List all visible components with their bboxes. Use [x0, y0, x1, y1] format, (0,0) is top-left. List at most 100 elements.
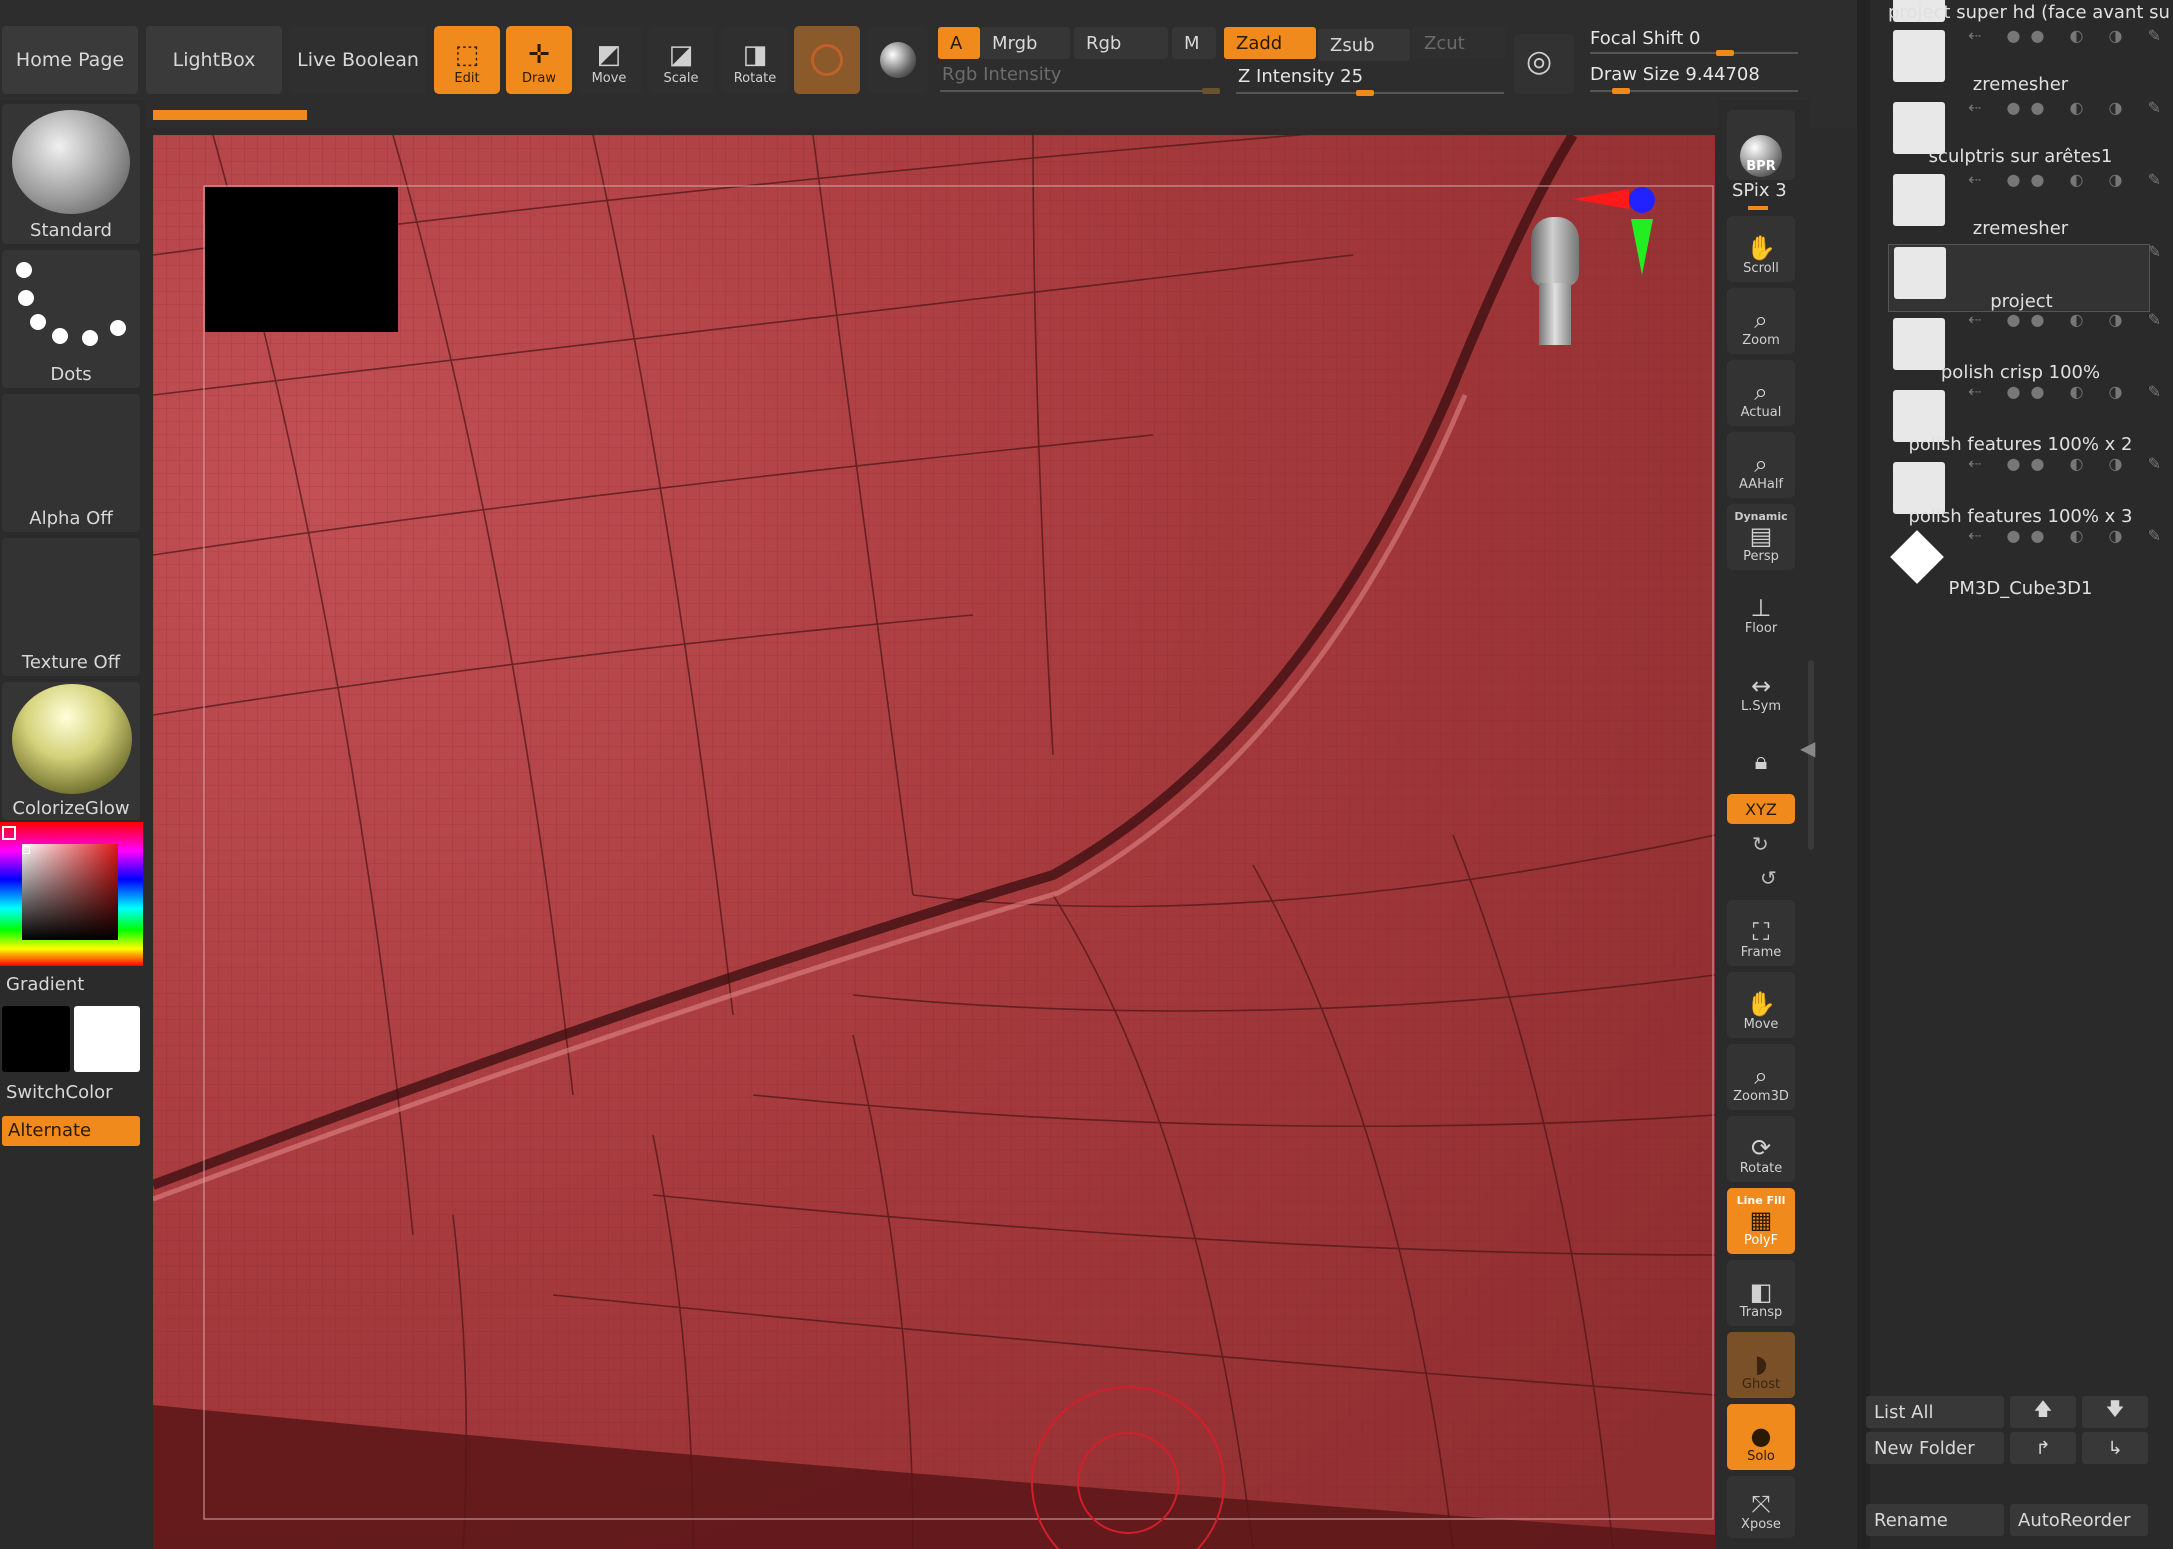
list-all-button[interactable]: List All [1866, 1396, 2004, 1428]
lsym-button[interactable]: ↔ L.Sym [1727, 654, 1795, 720]
zoom-button[interactable]: ⌕ Zoom [1727, 288, 1795, 354]
transparency-icon: ◧ [1749, 1278, 1773, 1306]
z-intensity-label: Z Intensity 25 [1238, 66, 1364, 87]
zsub-chip[interactable]: Zsub [1318, 29, 1410, 61]
move-out-button[interactable]: ↳ [2082, 1432, 2148, 1464]
xyz-button[interactable]: XYZ [1727, 794, 1795, 824]
alpha-slot[interactable]: Alpha Off [2, 394, 140, 532]
solo-icon: ● [1750, 1422, 1772, 1450]
brush-standard-icon [12, 110, 130, 214]
home-page-button[interactable]: Home Page [2, 26, 138, 94]
draw-size-slider[interactable] [1590, 88, 1798, 94]
alternate-button[interactable]: Alternate [2, 1116, 140, 1146]
rotate-z-icon[interactable]: ↺ [1760, 866, 1777, 890]
persp-button[interactable]: Dynamic ▤ Persp [1727, 504, 1795, 570]
draw-size-label: Draw Size 9.44708 [1590, 64, 1760, 85]
subtool-item[interactable]: polish crisp 100% ⇠ ●● ◐ ◑ ✎ 👁︎ [1888, 310, 2173, 388]
rotate-view-button[interactable]: ⟳ Rotate [1727, 1116, 1795, 1182]
subtool-visibility-icons[interactable]: ⇠ ●● ◐ ◑ ✎ 👁︎ [1968, 382, 2173, 401]
subtool-item[interactable]: zremesher ⇠ ●● ◐ ◑ ✎ 👁︎ [1888, 28, 2173, 117]
rename-button[interactable]: Rename [1866, 1504, 2004, 1536]
z-axis-dot [1629, 187, 1655, 213]
subtool-visibility-icons[interactable]: ⇠ ●● ◐ ◑ ✎ 👁︎ [1968, 526, 2173, 545]
solo-button[interactable]: ● Solo [1727, 1404, 1795, 1470]
live-boolean-button[interactable]: Live Boolean [290, 26, 426, 94]
scale-tool-button[interactable]: ◪ Scale [648, 26, 714, 94]
frame-button[interactable]: ⛶ Frame [1727, 900, 1795, 966]
zoom3d-icon: ⌕ [1754, 1062, 1768, 1090]
collapse-tray-icon[interactable]: ◀ [1800, 736, 1815, 760]
zadd-chip[interactable]: Zadd [1224, 27, 1316, 59]
color-marker[interactable] [22, 846, 30, 854]
primary-color-swatch[interactable] [2, 1006, 70, 1072]
new-folder-button[interactable]: New Folder [1866, 1432, 2004, 1464]
edit-tool-button[interactable]: ⬚ Edit [434, 26, 500, 94]
hue-marker[interactable] [2, 826, 16, 840]
sculptris-button[interactable] [868, 26, 928, 94]
actual-button[interactable]: ⌕ Actual [1727, 360, 1795, 426]
x-axis-arrow [1573, 189, 1629, 209]
lightbox-button[interactable]: LightBox [146, 26, 282, 94]
material-slot[interactable]: ColorizeGlow [2, 682, 140, 820]
m-chip[interactable]: M [1172, 27, 1216, 59]
color-saturation-square[interactable] [22, 844, 118, 940]
viewport-canvas[interactable] [153, 135, 1715, 1549]
bpr-button[interactable]: BPR [1727, 110, 1795, 180]
draw-size-knob[interactable] [1612, 88, 1630, 94]
floor-button[interactable]: ⊥ Floor [1727, 576, 1795, 642]
subtool-name: zremesher [1972, 218, 2069, 239]
z-intensity-slider[interactable] [1236, 90, 1504, 96]
transp-button[interactable]: ◧ Transp [1727, 1260, 1795, 1326]
zcut-chip[interactable]: Zcut [1412, 27, 1506, 59]
subtool-visibility-icons[interactable]: ⇠ ●● ◐ ◑ ✎ 👁︎ [1968, 454, 2173, 473]
subtool-visibility-icons[interactable]: ⇠ ●● ◐ ◑ ✎ 👁︎ [1968, 310, 2173, 329]
subtool-item[interactable]: zremesher ⇠ ●● ◐ ◑ ✎ 👁︎ [1888, 172, 2173, 261]
scroll-button[interactable]: ✋ Scroll [1727, 216, 1795, 282]
symmetry-icon: ↔ [1750, 672, 1772, 700]
aahalf-button[interactable]: ⌕ AAHalf [1727, 432, 1795, 498]
secondary-color-swatch[interactable] [74, 1006, 140, 1072]
mrgb-chip[interactable]: Mrgb [980, 27, 1070, 59]
ghost-button[interactable]: ◗ Ghost [1727, 1332, 1795, 1398]
rotate-tool-button[interactable]: ◨ Rotate [722, 26, 788, 94]
focal-shift-knob[interactable] [1716, 50, 1734, 56]
zoom3d-button[interactable]: ⌕ Zoom3D [1727, 1044, 1795, 1110]
polyf-button[interactable]: Line Fill ▦ PolyF [1727, 1188, 1795, 1254]
local-lock-button[interactable]: 🔒︎ [1727, 724, 1795, 780]
subtool-item[interactable]: PM3D_Cube3D1 ⇠ ●● ◐ ◑ ✎ 👁︎ [1888, 526, 2173, 604]
draw-tool-button[interactable]: ✛ Draw [506, 26, 572, 94]
aahalf-icon: ⌕ [1754, 450, 1768, 478]
z-intensity-knob[interactable] [1356, 90, 1374, 96]
texture-slot[interactable]: Texture Off [2, 538, 140, 676]
spix-slider[interactable] [1748, 206, 1768, 210]
focal-shift-slider[interactable] [1590, 50, 1798, 56]
move-view-button[interactable]: ✋ Move [1727, 972, 1795, 1038]
autoreorder-button[interactable]: AutoReorder [2010, 1504, 2148, 1536]
brush-slot[interactable]: Standard [2, 104, 140, 244]
move-tool-button[interactable]: ◩ Move [576, 26, 642, 94]
a-mode-chip[interactable]: A [938, 27, 980, 59]
lazy-mouse-icon: ◎ [1526, 44, 1553, 79]
material-sphere-button[interactable] [794, 26, 860, 94]
move-into-button[interactable]: ↱ [2010, 1432, 2076, 1464]
move-up-button[interactable]: 🡅 [2010, 1396, 2076, 1428]
xpose-button[interactable]: ⤧ Xpose [1727, 1476, 1795, 1538]
subtool-item[interactable]: sculptris sur arêtes1 ⇠ ●● ◐ ◑ ✎ 👁︎ [1888, 100, 2173, 189]
edit-label: Edit [454, 71, 480, 86]
rotate-y-icon[interactable]: ↻ [1752, 832, 1769, 856]
rgb-intensity-knob[interactable] [1202, 88, 1220, 94]
orientation-head-icon[interactable] [1523, 217, 1587, 353]
subtool-item-selected[interactable]: project [1888, 244, 2150, 312]
progress-bar [153, 110, 307, 120]
actual-icon: ⌕ [1754, 378, 1768, 406]
subtool-item[interactable]: polish features 100% x 3 ⇠ ●● ◐ ◑ ✎ 👁︎ [1888, 454, 2173, 532]
lazy-mouse-button[interactable]: ◎ [1514, 34, 1574, 94]
move-down-button[interactable]: 🡇 [2082, 1396, 2148, 1428]
switchcolor-button[interactable]: SwitchColor [6, 1082, 113, 1103]
subtool-item[interactable]: polish features 100% x 2 ⇠ ●● ◐ ◑ ✎ 👁︎ [1888, 382, 2173, 460]
stroke-slot[interactable]: Dots [2, 250, 140, 388]
sculptris-icon [880, 42, 916, 78]
rgb-intensity-slider[interactable] [940, 88, 1220, 94]
color-picker[interactable] [0, 822, 143, 966]
rgb-chip[interactable]: Rgb [1074, 27, 1168, 59]
